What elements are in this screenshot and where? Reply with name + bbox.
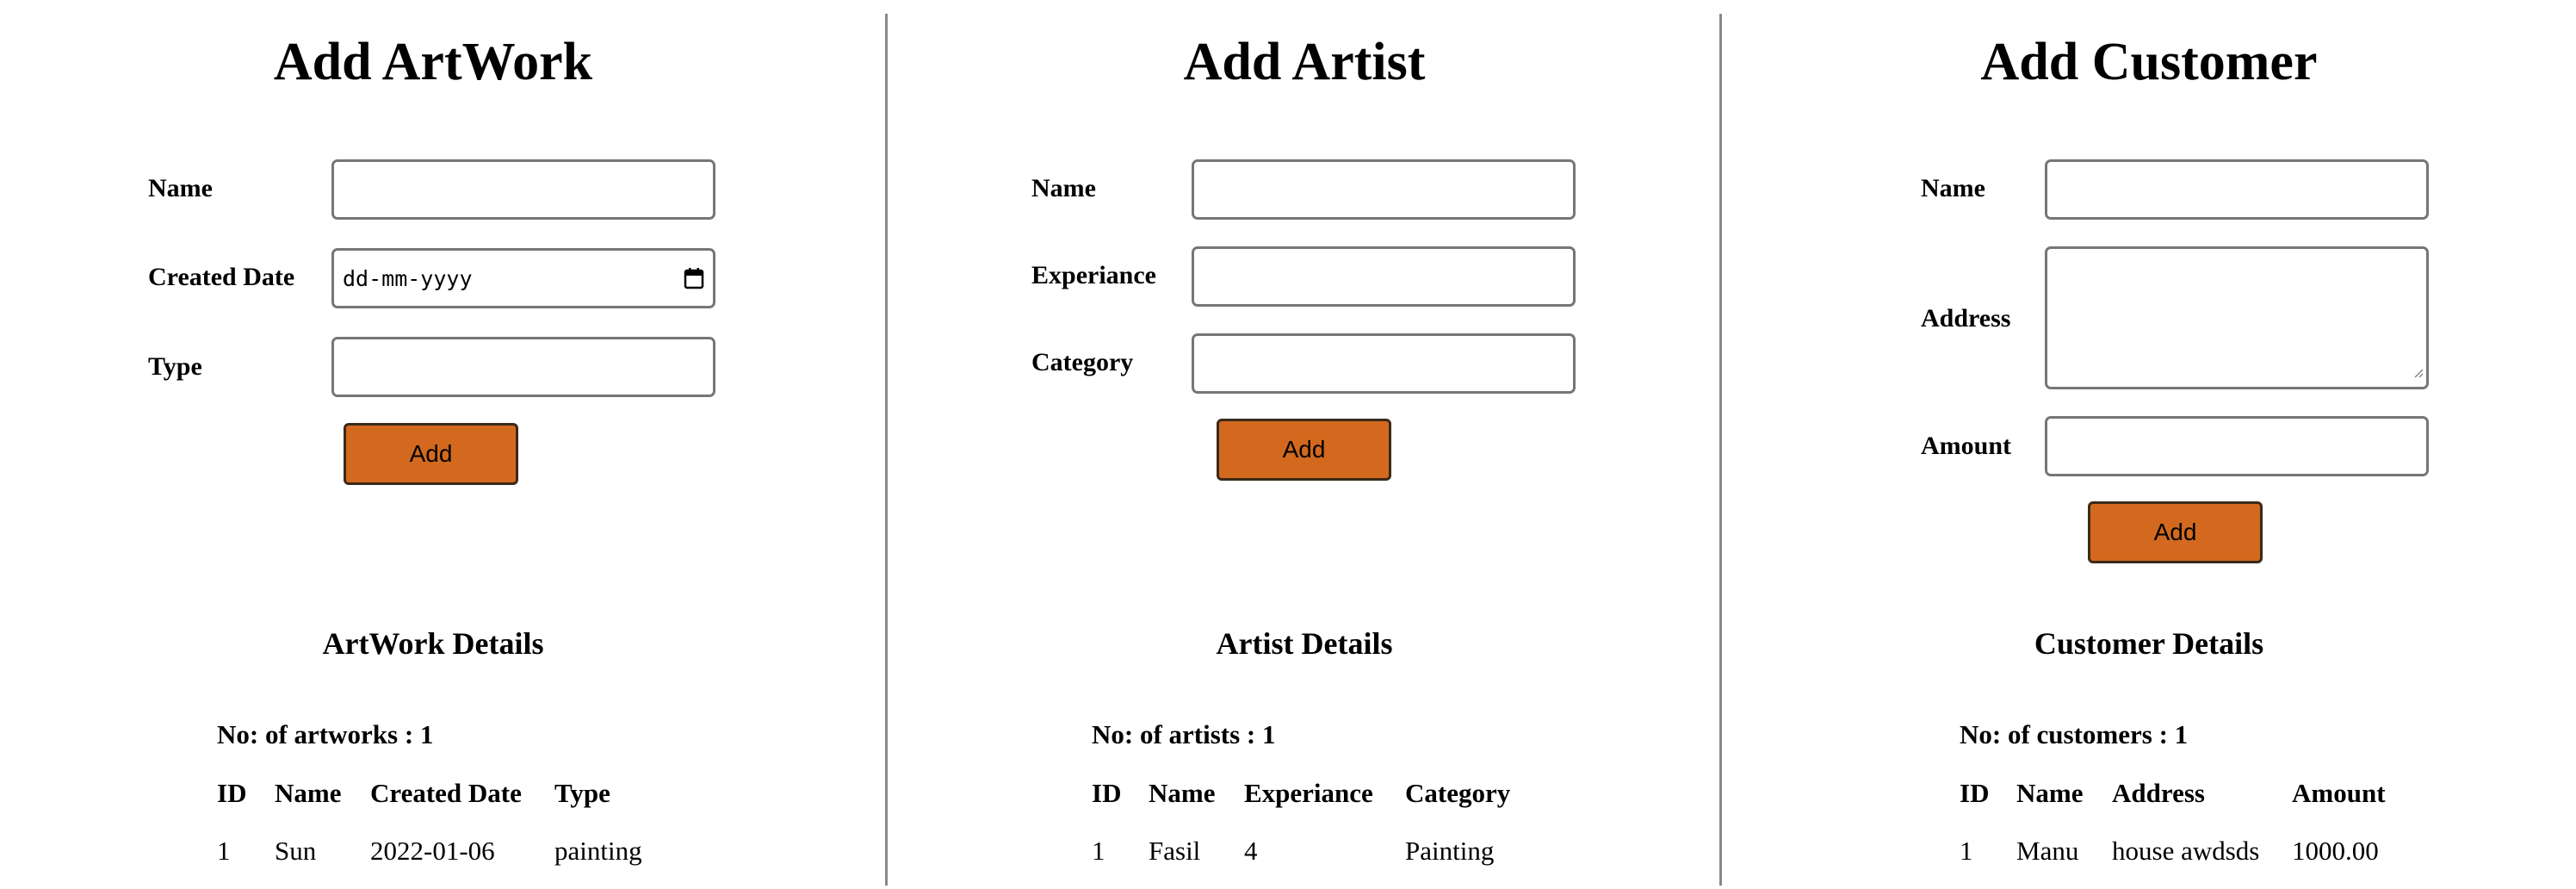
customer-name-label: Name: [1921, 174, 1985, 202]
artwork-created-date-label: Created Date: [148, 263, 295, 291]
cell-id: 1: [1092, 836, 1105, 866]
artist-experiance-label: Experiance: [1031, 261, 1156, 289]
artwork-type-label: Type: [148, 352, 202, 381]
cell-category: Painting: [1405, 836, 1495, 866]
artist-name-input[interactable]: [1192, 159, 1576, 220]
column-header-id: ID: [1092, 778, 1122, 808]
artwork-count: No: of artworks : 1: [217, 719, 434, 749]
artwork-title: Add ArtWork: [273, 33, 593, 91]
add-artist-button[interactable]: Add: [1217, 419, 1391, 481]
column-header-id: ID: [1960, 778, 1990, 808]
column-header-created-date: Created Date: [370, 778, 522, 808]
column-header-experiance: Experiance: [1244, 778, 1373, 808]
column-header-category: Category: [1405, 778, 1511, 808]
customer-amount-input[interactable]: [2045, 416, 2429, 476]
customer-count: No: of customers : 1: [1960, 719, 2189, 749]
customer-details-title: Customer Details: [2034, 626, 2264, 661]
column-header-id: ID: [217, 778, 247, 808]
artist-name-label: Name: [1031, 174, 1096, 202]
customer-address-label: Address: [1921, 304, 2011, 333]
artwork-created-date-input[interactable]: dd-mm-yyyy: [331, 248, 715, 308]
column-header-amount: Amount: [2292, 778, 2386, 808]
column-header-type: Type: [554, 778, 610, 808]
calendar-icon[interactable]: [684, 267, 704, 289]
artist-title: Add Artist: [1183, 33, 1426, 91]
artist-category-input[interactable]: [1192, 333, 1576, 394]
customer-name-input[interactable]: [2045, 159, 2429, 220]
artwork-details-title: ArtWork Details: [322, 626, 544, 661]
column-header-address: Address: [2112, 778, 2205, 808]
add-customer-button[interactable]: Add: [2088, 501, 2263, 563]
artist-count: No: of artists : 1: [1092, 719, 1276, 749]
cell-name: Fasil: [1149, 836, 1201, 866]
artist-category-label: Category: [1031, 348, 1134, 376]
customer-title: Add Customer: [1980, 33, 2318, 91]
panel-divider: [885, 14, 888, 886]
customer-amount-label: Amount: [1921, 432, 2012, 460]
artwork-name-label: Name: [148, 174, 213, 202]
column-header-name: Name: [2016, 778, 2084, 808]
artist-details-title: Artist Details: [1216, 626, 1393, 661]
resize-grip-icon[interactable]: [2413, 357, 2424, 384]
cell-type: painting: [554, 836, 642, 866]
cell-name: Sun: [275, 836, 317, 866]
cell-id: 1: [1960, 836, 1973, 866]
cell-created-date: 2022-01-06: [370, 836, 495, 866]
artwork-type-input[interactable]: [331, 337, 715, 397]
add-artwork-button[interactable]: Add: [344, 423, 518, 485]
column-header-name: Name: [1149, 778, 1216, 808]
cell-id: 1: [217, 836, 231, 866]
panel-divider: [1719, 14, 1722, 886]
date-placeholder: dd-mm-yyyy: [343, 265, 473, 291]
column-header-name: Name: [275, 778, 342, 808]
cell-name: Manu: [2016, 836, 2079, 866]
artwork-name-input[interactable]: [331, 159, 715, 220]
customer-address-textarea[interactable]: [2045, 246, 2429, 389]
cell-address: house awdsds: [2112, 836, 2260, 866]
cell-amount: 1000.00: [2292, 836, 2379, 866]
artist-experiance-input[interactable]: [1192, 246, 1576, 307]
cell-experiance: 4: [1244, 836, 1258, 866]
